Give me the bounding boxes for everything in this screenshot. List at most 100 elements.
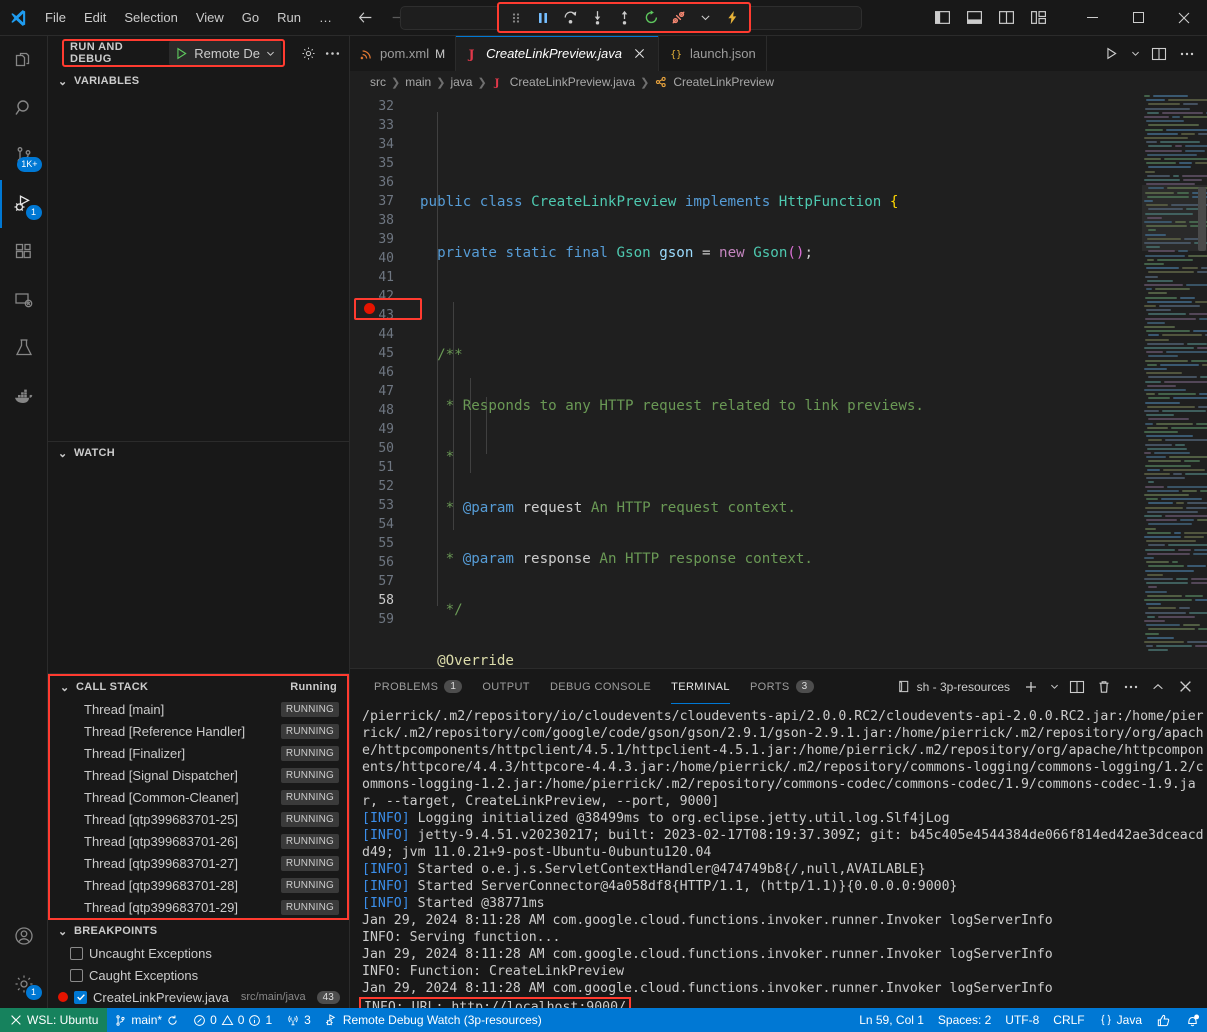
call-stack-thread-row[interactable]: Thread [qtp399683701-26] RUNNING bbox=[50, 830, 347, 852]
editor-tab-pom-xml[interactable]: pom.xml M bbox=[350, 36, 456, 71]
checkbox-checked-icon[interactable] bbox=[74, 991, 87, 1004]
split-terminal-icon[interactable] bbox=[1065, 675, 1089, 699]
checkbox-unchecked-icon[interactable] bbox=[70, 947, 83, 960]
status-notifications[interactable] bbox=[1178, 1008, 1207, 1032]
split-editor-icon[interactable] bbox=[1147, 42, 1171, 66]
scrollbar-thumb[interactable] bbox=[1198, 187, 1206, 251]
open-launch-json-gear-icon[interactable] bbox=[297, 42, 319, 64]
activity-item-run-and-debug[interactable]: 1 bbox=[0, 180, 48, 228]
chevron-down-icon[interactable] bbox=[265, 48, 276, 59]
toggle-panel-icon[interactable] bbox=[961, 5, 987, 31]
section-header-callstack[interactable]: ⌄ CALL STACK Running bbox=[50, 676, 347, 698]
activity-item-explorer[interactable] bbox=[0, 36, 48, 84]
toggle-secondary-sidebar-icon[interactable] bbox=[993, 5, 1019, 31]
status-remote-indicator[interactable]: WSL: Ubuntu bbox=[0, 1008, 107, 1032]
editor-tab-createlinkpreview-java[interactable]: J CreateLinkPreview.java bbox=[456, 36, 659, 71]
section-header-breakpoints[interactable]: ⌄ BREAKPOINTS bbox=[48, 920, 349, 942]
editor-more-actions-icon[interactable] bbox=[1175, 42, 1199, 66]
breadcrumb-item-main[interactable]: main bbox=[405, 75, 431, 89]
activity-item-search[interactable] bbox=[0, 84, 48, 132]
activity-item-remote-explorer[interactable] bbox=[0, 276, 48, 324]
section-header-watch[interactable]: ⌄ WATCH bbox=[48, 442, 349, 464]
call-stack-thread-row[interactable]: Thread [Signal Dispatcher] RUNNING bbox=[50, 764, 347, 786]
terminal-output[interactable]: /pierrick/.m2/repository/io/cloudevents/… bbox=[350, 704, 1207, 1008]
kill-terminal-trash-icon[interactable] bbox=[1092, 675, 1116, 699]
code-scroll-area[interactable]: 32 33 34 35 36 37 38 39 40 41 42 43 44 4… bbox=[350, 93, 1142, 668]
drag-handle-icon[interactable] bbox=[504, 6, 528, 30]
code-line[interactable]: public class CreateLinkPreview implement… bbox=[412, 193, 1142, 212]
breakpoint-row-file[interactable]: CreateLinkPreview.java src/main/java 43 bbox=[48, 986, 349, 1008]
active-terminal-name[interactable]: sh - 3p-resources bbox=[896, 679, 1010, 694]
breakpoint-row-caught-exceptions[interactable]: Caught Exceptions bbox=[48, 964, 349, 986]
toggle-primary-sidebar-icon[interactable] bbox=[929, 5, 955, 31]
breadcrumb-item-file[interactable]: CreateLinkPreview.java bbox=[510, 75, 635, 89]
status-problems[interactable]: 0 0 1 bbox=[186, 1008, 279, 1032]
status-indentation[interactable]: Spaces: 2 bbox=[931, 1008, 998, 1032]
activity-item-accounts[interactable] bbox=[0, 912, 48, 960]
activity-item-extensions[interactable] bbox=[0, 228, 48, 276]
code-line[interactable]: @Override bbox=[412, 652, 1142, 668]
code-line[interactable] bbox=[412, 295, 1142, 314]
call-stack-thread-row[interactable]: Thread [Reference Handler] RUNNING bbox=[50, 720, 347, 742]
code-line[interactable]: /** bbox=[412, 346, 1142, 365]
status-language-mode[interactable]: Java bbox=[1092, 1008, 1149, 1032]
activity-item-docker[interactable] bbox=[0, 372, 48, 420]
menu-edit[interactable]: Edit bbox=[75, 6, 115, 29]
call-stack-thread-row[interactable]: Thread [qtp399683701-27] RUNNING bbox=[50, 852, 347, 874]
activity-item-testing[interactable] bbox=[0, 324, 48, 372]
step-over-icon[interactable] bbox=[558, 6, 582, 30]
call-stack-thread-row[interactable]: Thread [qtp399683701-29] RUNNING bbox=[50, 896, 347, 918]
panel-tab-ports[interactable]: PORTS 3 bbox=[740, 669, 824, 704]
maximize-panel-icon[interactable] bbox=[1146, 675, 1170, 699]
run-button[interactable] bbox=[1099, 42, 1123, 66]
play-icon[interactable] bbox=[174, 46, 189, 61]
window-minimize-button[interactable] bbox=[1069, 0, 1115, 36]
panel-more-actions-icon[interactable] bbox=[1119, 675, 1143, 699]
new-terminal-icon[interactable] bbox=[1019, 675, 1043, 699]
call-stack-thread-row[interactable]: Thread [main] RUNNING bbox=[50, 698, 347, 720]
pause-icon[interactable] bbox=[531, 6, 555, 30]
step-out-icon[interactable] bbox=[612, 6, 636, 30]
sidebar-more-actions-icon[interactable] bbox=[321, 42, 343, 64]
terminal-url-text[interactable]: INFO: URL: http://localhost:9000/ bbox=[359, 997, 631, 1008]
disconnect-icon[interactable] bbox=[666, 6, 690, 30]
breadcrumb-item-java[interactable]: java bbox=[450, 75, 472, 89]
code-line[interactable]: */ bbox=[412, 601, 1142, 620]
editor-gutter[interactable]: 32 33 34 35 36 37 38 39 40 41 42 43 44 4… bbox=[350, 93, 412, 668]
editor-tab-launch-json[interactable]: {} launch.json bbox=[659, 36, 767, 71]
code-line[interactable]: * bbox=[412, 448, 1142, 467]
breadcrumb-item-src[interactable]: src bbox=[370, 75, 386, 89]
run-chevron-icon[interactable] bbox=[1127, 42, 1143, 66]
breakpoint-dot-icon[interactable] bbox=[364, 303, 375, 314]
terminal-dropdown-chevron-icon[interactable] bbox=[1046, 675, 1062, 699]
status-debug-session[interactable]: Remote Debug Watch (3p-resources) bbox=[318, 1008, 549, 1032]
status-branch[interactable]: main* bbox=[107, 1008, 186, 1032]
status-encoding[interactable]: UTF-8 bbox=[998, 1008, 1046, 1032]
status-ports[interactable]: 3 bbox=[279, 1008, 318, 1032]
chevron-down-icon[interactable] bbox=[693, 6, 717, 30]
close-icon[interactable] bbox=[632, 46, 648, 62]
menu-view[interactable]: View bbox=[187, 6, 233, 29]
status-cursor-position[interactable]: Ln 59, Col 1 bbox=[852, 1008, 931, 1032]
close-panel-icon[interactable] bbox=[1173, 675, 1197, 699]
window-close-button[interactable] bbox=[1161, 0, 1207, 36]
launch-configuration-picker[interactable]: Remote De bbox=[169, 41, 281, 65]
call-stack-thread-row[interactable]: Thread [qtp399683701-25] RUNNING bbox=[50, 808, 347, 830]
window-maximize-button[interactable] bbox=[1115, 0, 1161, 36]
code-line[interactable]: * @param response An HTTP response conte… bbox=[412, 550, 1142, 569]
code-line[interactable]: * Responds to any HTTP request related t… bbox=[412, 397, 1142, 416]
menu-file[interactable]: File bbox=[36, 6, 75, 29]
code-editor[interactable]: 32 33 34 35 36 37 38 39 40 41 42 43 44 4… bbox=[350, 93, 1207, 668]
activity-item-settings[interactable]: 1 bbox=[0, 960, 48, 1008]
customize-layout-icon[interactable] bbox=[1025, 5, 1051, 31]
arrow-left-icon[interactable] bbox=[357, 9, 374, 26]
menu-more[interactable]: … bbox=[310, 6, 341, 29]
status-eol[interactable]: CRLF bbox=[1046, 1008, 1091, 1032]
status-feedback[interactable] bbox=[1149, 1008, 1178, 1032]
section-header-variables[interactable]: ⌄ VARIABLES bbox=[48, 70, 349, 92]
panel-tab-terminal[interactable]: TERMINAL bbox=[661, 669, 740, 704]
breadcrumb-item-class[interactable]: CreateLinkPreview bbox=[673, 75, 774, 89]
panel-tab-output[interactable]: OUTPUT bbox=[472, 669, 540, 704]
breakpoint-row-uncaught-exceptions[interactable]: Uncaught Exceptions bbox=[48, 942, 349, 964]
call-stack-thread-row[interactable]: Thread [qtp399683701-28] RUNNING bbox=[50, 874, 347, 896]
